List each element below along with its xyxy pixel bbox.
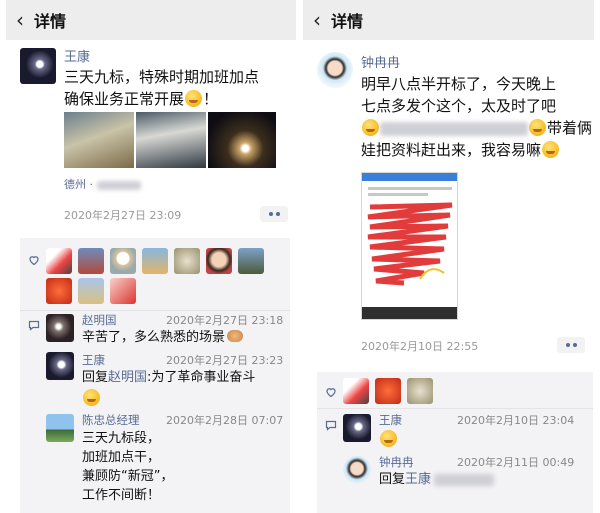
commenter-name[interactable]: 陈忠总经理 xyxy=(82,412,140,428)
liker-avatar[interactable] xyxy=(46,248,72,274)
author-name[interactable]: 王康 xyxy=(64,46,90,65)
liker-avatar[interactable] xyxy=(174,248,200,274)
right-moment-detail: ‹ 详情 钟冉冉 明早八点半开标了，今天晚上 七点多发个这个，太及时了吧 带着俩… xyxy=(303,0,594,513)
left-moment-detail: ‹ 详情 王康 三天九标，特殊时期加班加点 确保业务正常开展 ！ 德州 · 202… xyxy=(6,0,296,513)
reply-to-link[interactable]: 王康 xyxy=(405,472,431,487)
comment-text: 辛苦了，多么熟悉的场景 xyxy=(82,328,244,347)
post-text-line: 确保业务正常开展 xyxy=(64,90,185,108)
commenter-name[interactable]: 王康 xyxy=(379,412,402,428)
emoji-icon xyxy=(83,389,100,406)
post-screenshot-image[interactable] xyxy=(361,172,458,320)
commenter-name[interactable]: 钟冉冉 xyxy=(379,454,414,470)
commenter-avatar[interactable] xyxy=(46,352,74,380)
commenter-avatar[interactable] xyxy=(46,414,74,442)
interaction-panel: 赵明国 2020年2月27日 23:18 辛苦了，多么熟悉的场景 王康 2020… xyxy=(20,238,290,513)
emoji-icon xyxy=(380,430,397,447)
red-scribble xyxy=(367,202,453,286)
chevron-left-icon[interactable]: ‹ xyxy=(6,0,34,40)
liker-avatar[interactable] xyxy=(375,378,401,404)
liker-avatar[interactable] xyxy=(407,378,433,404)
post-text-line: 娃把资料赶出来，我容易嘛 xyxy=(361,141,542,159)
blurred-text xyxy=(97,180,141,190)
heart-icon xyxy=(29,256,39,266)
comment-time: 2020年2月27日 23:18 xyxy=(166,314,284,327)
author-name[interactable]: 钟冉冉 xyxy=(361,52,400,71)
comment-line: 加班加点干， xyxy=(82,450,161,465)
comment-time: 2020年2月11日 00:49 xyxy=(457,456,575,469)
image-bottom-bar xyxy=(362,307,457,319)
author-avatar[interactable] xyxy=(317,52,353,88)
reply-to-link[interactable]: 赵明国 xyxy=(108,370,147,385)
comment-icon xyxy=(325,420,337,431)
header-bar: ‹ 详情 xyxy=(6,0,296,40)
blurred-text xyxy=(380,121,528,136)
location-label[interactable]: 德州 · xyxy=(64,176,141,192)
page-title: 详情 xyxy=(34,12,67,31)
post-photo[interactable] xyxy=(208,112,276,168)
comment-line: 兼顾防“新冠”， xyxy=(82,469,174,484)
heart-icon xyxy=(326,388,336,398)
more-actions-button[interactable] xyxy=(557,337,585,353)
divider xyxy=(20,310,290,311)
comment-time: 2020年2月27日 23:23 xyxy=(166,354,284,367)
header-bar: ‹ 详情 xyxy=(303,0,594,40)
muscle-emoji-icon xyxy=(227,330,244,342)
blurred-text xyxy=(434,473,495,486)
emoji-icon xyxy=(362,119,379,136)
comment-text: 回复赵明国:为了革命事业奋斗 xyxy=(82,370,256,385)
liker-avatar[interactable] xyxy=(110,248,136,274)
emoji-icon xyxy=(529,119,546,136)
comment-line: 工作不间断！ xyxy=(82,488,161,503)
emoji-icon xyxy=(185,90,203,107)
liker-avatar[interactable] xyxy=(238,248,264,274)
author-avatar[interactable] xyxy=(20,48,56,84)
commenter-avatar[interactable] xyxy=(46,314,74,342)
post-time: 2020年2月27日 23:09 xyxy=(64,209,182,222)
comment-time: 2020年2月28日 07:07 xyxy=(166,414,284,427)
post-text-line: 明早八点半开标了，今天晚上 xyxy=(361,75,557,93)
post-photo[interactable] xyxy=(136,112,206,168)
liker-avatar[interactable] xyxy=(343,378,369,404)
post-text: 三天九标，特殊时期加班加点 确保业务正常开展 ！ xyxy=(64,66,259,110)
commenter-avatar[interactable] xyxy=(343,456,371,484)
comment-icon xyxy=(28,320,40,331)
more-actions-button[interactable] xyxy=(260,206,288,222)
page-title: 详情 xyxy=(331,12,364,31)
post-photo[interactable] xyxy=(64,112,134,168)
emoji-icon xyxy=(542,141,560,158)
interaction-panel: 王康 2020年2月10日 23:04 钟冉冉 2020年2月11日 00:49… xyxy=(317,372,593,513)
post-text: 明早八点半开标了，今天晚上 七点多发个这个，太及时了吧 带着俩 娃把资料赶出来，… xyxy=(361,75,593,159)
liker-avatar[interactable] xyxy=(78,278,104,304)
chevron-left-icon[interactable]: ‹ xyxy=(303,0,331,40)
commenter-avatar[interactable] xyxy=(343,414,371,442)
liker-avatar[interactable] xyxy=(46,278,72,304)
liker-avatar[interactable] xyxy=(142,248,168,274)
image-top-bar xyxy=(362,173,457,181)
comment-time: 2020年2月10日 23:04 xyxy=(457,414,575,427)
comment-text: 三天九标段， 加班加点干， 兼顾防“新冠”， 工作不间断！ xyxy=(82,429,173,505)
liker-avatar[interactable] xyxy=(206,248,232,274)
liker-avatar[interactable] xyxy=(110,278,136,304)
comment-line: 三天九标段， xyxy=(82,431,161,446)
liker-avatar[interactable] xyxy=(78,248,104,274)
post-text-line: 三天九标，特殊时期加班加点 xyxy=(64,68,260,86)
comment-text: 回复王康 xyxy=(379,470,495,489)
post-text-line: ！ xyxy=(203,90,219,108)
commenter-name[interactable]: 王康 xyxy=(82,352,105,368)
post-time: 2020年2月10日 22:55 xyxy=(361,340,479,353)
divider xyxy=(317,408,593,409)
post-text-line: 七点多发个这个，太及时了吧 xyxy=(361,97,557,115)
commenter-name[interactable]: 赵明国 xyxy=(82,312,117,328)
